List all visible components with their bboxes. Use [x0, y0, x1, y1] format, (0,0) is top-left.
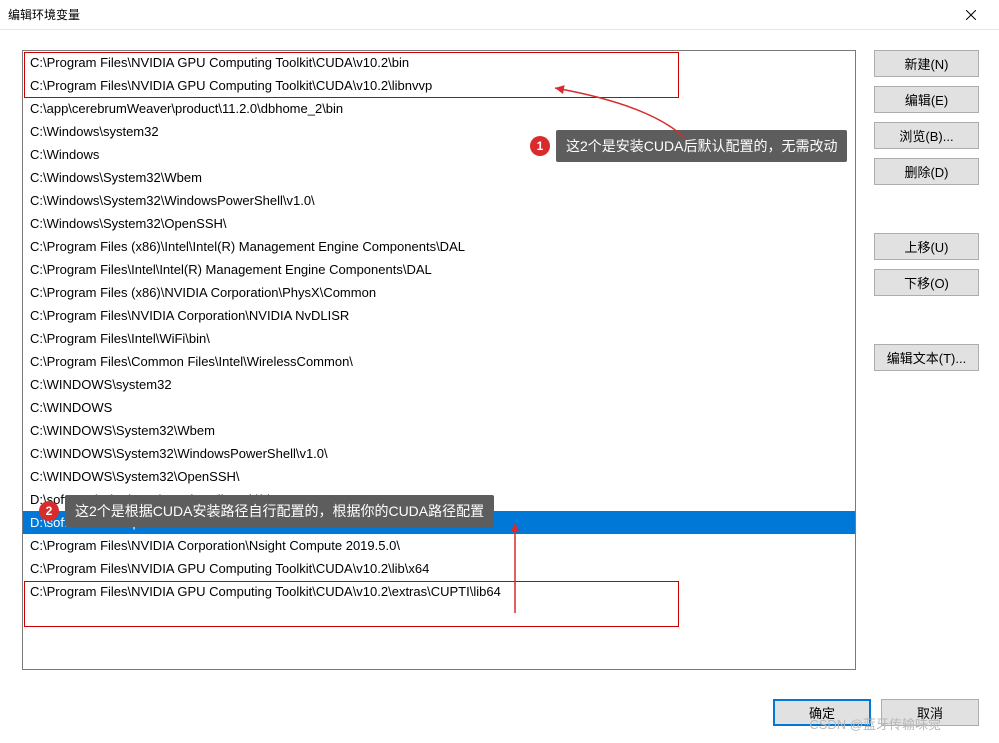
watermark: CSDN @蓝牙传输味觉: [809, 714, 941, 733]
list-item[interactable]: C:\Program Files\NVIDIA Corporation\Nsig…: [23, 534, 855, 557]
titlebar: 编辑环境变量: [0, 0, 999, 30]
list-item[interactable]: C:\WINDOWS\System32\Wbem: [23, 419, 855, 442]
content-area: C:\Program Files\NVIDIA GPU Computing To…: [0, 30, 999, 680]
list-item[interactable]: C:\Program Files (x86)\NVIDIA Corporatio…: [23, 281, 855, 304]
list-item[interactable]: C:\Program Files\Common Files\Intel\Wire…: [23, 350, 855, 373]
button-sidebar: 新建(N) 编辑(E) 浏览(B)... 删除(D) 上移(U) 下移(O) 编…: [874, 50, 979, 670]
list-item[interactable]: C:\WINDOWS\System32\WindowsPowerShell\v1…: [23, 442, 855, 465]
list-item[interactable]: D:\software\other\protoc-21.9-win64\bin: [23, 511, 855, 534]
list-item[interactable]: D:\software\other\SVN\svn_install_path\b…: [23, 488, 855, 511]
path-list[interactable]: C:\Program Files\NVIDIA GPU Computing To…: [22, 50, 856, 670]
list-item[interactable]: C:\Windows: [23, 143, 855, 166]
move-up-button[interactable]: 上移(U): [874, 233, 979, 260]
list-item[interactable]: C:\WINDOWS\System32\OpenSSH\: [23, 465, 855, 488]
move-down-button[interactable]: 下移(O): [874, 269, 979, 296]
list-item[interactable]: C:\app\cerebrumWeaver\product\11.2.0\dbh…: [23, 97, 855, 120]
list-item[interactable]: C:\WINDOWS: [23, 396, 855, 419]
browse-button[interactable]: 浏览(B)...: [874, 122, 979, 149]
list-item[interactable]: C:\Windows\System32\WindowsPowerShell\v1…: [23, 189, 855, 212]
list-item[interactable]: C:\Program Files\Intel\WiFi\bin\: [23, 327, 855, 350]
list-item[interactable]: C:\WINDOWS\system32: [23, 373, 855, 396]
list-item[interactable]: C:\Program Files\Intel\Intel(R) Manageme…: [23, 258, 855, 281]
edit-button[interactable]: 编辑(E): [874, 86, 979, 113]
list-item[interactable]: C:\Windows\system32: [23, 120, 855, 143]
close-icon: [966, 10, 976, 20]
list-item[interactable]: C:\Program Files (x86)\Intel\Intel(R) Ma…: [23, 235, 855, 258]
list-item[interactable]: C:\Program Files\NVIDIA Corporation\NVID…: [23, 304, 855, 327]
list-item[interactable]: C:\Windows\System32\OpenSSH\: [23, 212, 855, 235]
new-button[interactable]: 新建(N): [874, 50, 979, 77]
close-button[interactable]: [951, 0, 991, 30]
delete-button[interactable]: 删除(D): [874, 158, 979, 185]
list-item[interactable]: C:\Program Files\NVIDIA GPU Computing To…: [23, 557, 855, 580]
list-item[interactable]: C:\Windows\System32\Wbem: [23, 166, 855, 189]
window-title: 编辑环境变量: [8, 6, 951, 23]
list-item[interactable]: C:\Program Files\NVIDIA GPU Computing To…: [23, 580, 855, 603]
edit-text-button[interactable]: 编辑文本(T)...: [874, 344, 979, 371]
list-item[interactable]: C:\Program Files\NVIDIA GPU Computing To…: [23, 51, 855, 74]
list-item[interactable]: C:\Program Files\NVIDIA GPU Computing To…: [23, 74, 855, 97]
